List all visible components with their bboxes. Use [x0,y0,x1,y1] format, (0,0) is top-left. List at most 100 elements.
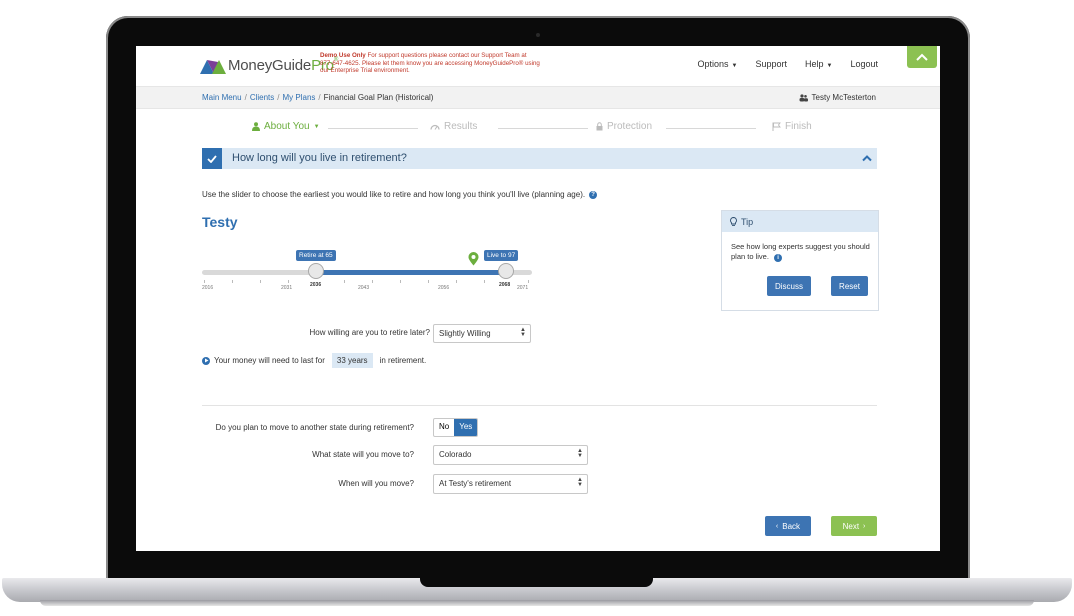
slider-year: 2056 [438,285,450,291]
laptop-base-shadow [40,600,1034,606]
section-title: How long will you live in retirement? [232,152,407,164]
willing-row: How willing are you to retire later? Sli… [202,324,542,343]
intro-text: Use the slider to choose the earliest yo… [202,190,586,199]
step-results[interactable]: Results [430,121,477,132]
next-label: Next [842,521,860,531]
chevron-up-icon [916,53,928,61]
reset-button[interactable]: Reset [831,276,868,296]
person-name: Testy [202,214,238,230]
users-icon [799,93,808,101]
live-handle[interactable] [498,263,514,279]
nav-links: Options ▼ Support Help ▼ Logout [697,59,878,69]
slider-tick [288,280,289,283]
slider-tick [484,280,485,283]
state-row: What state will you move to? Colorado ▲ ▼ [136,445,940,465]
app-screen: MoneyGuidePro® Demo Use Only For support… [136,46,940,551]
slider-year: 2043 [358,285,370,291]
stepper-line [498,128,588,129]
slider-tick [456,280,457,283]
top-navbar: MoneyGuidePro® Demo Use Only For support… [136,46,940,87]
step-protection-label: Protection [607,121,653,132]
laptop-notch [420,578,653,587]
user-name: Testy McTesterton [811,93,876,102]
breadcrumb-bar: Main Menu / Clients / My Plans / Financial Goa… [136,87,940,109]
nav-help[interactable]: Help ▼ [805,59,832,69]
select-arrows-icon: ▲ ▼ [520,327,526,338]
step-finish[interactable]: Finish [772,121,812,132]
willing-value: Slightly Willing [439,329,491,338]
slider-retire-year: 2036 [310,282,322,288]
webcam [536,33,540,37]
caret-down-icon: ▼ [826,63,833,69]
back-button[interactable]: ‹ Back [765,516,811,536]
next-button[interactable]: Next › [831,516,877,536]
retire-handle[interactable] [308,263,324,279]
info-icon[interactable]: ? [589,190,598,199]
willing-select[interactable]: Slightly Willing ▲ ▼ [433,324,531,343]
tip-card: Tip See how long experts suggest you sho… [721,210,879,311]
move-toggle[interactable]: No Yes [433,418,479,437]
breadcrumb-current: Financial Goal Plan (Historical) [323,93,434,102]
move-no-option[interactable]: No [434,419,454,436]
when-value: At Testy's retirement [439,479,512,488]
discuss-button[interactable]: Discuss [767,276,811,296]
nav-support[interactable]: Support [755,59,787,69]
slider-tick [400,280,401,283]
section-divider [202,405,877,406]
retire-age-bubble: Retire at 65 [296,250,336,261]
money-duration-row: Your money will need to last for 33 year… [202,353,426,368]
section-header[interactable]: How long will you live in retirement? [202,148,877,169]
gauge-icon [430,124,440,130]
state-value: Colorado [439,450,472,459]
logo[interactable]: MoneyGuidePro® [200,54,338,76]
slider-year: 2071 [517,285,529,291]
tip-header: Tip [722,211,878,232]
step-protection[interactable]: Protection [596,121,652,132]
step-finish-label: Finish [785,121,812,132]
scroll-top-button[interactable] [907,46,937,68]
breadcrumb-sep: / [244,93,247,102]
caret-down-icon: ▼ [313,123,320,130]
demo-notice: Demo Use Only For support questions plea… [320,52,540,75]
slider-tick [528,280,529,283]
tip-text: See how long experts suggest you should … [731,242,870,261]
step-results-label: Results [444,121,478,132]
breadcrumb-sep: / [318,93,321,102]
breadcrumb-main-menu[interactable]: Main Menu [202,93,242,102]
step-about-you-label: About You [264,121,310,132]
lock-icon [596,122,603,131]
slider-tick [344,280,345,283]
demo-notice-bold: Demo Use Only [320,52,366,59]
step-about-you[interactable]: About You ▼ [252,121,320,132]
breadcrumb-sep: / [277,93,280,102]
user-menu[interactable]: Testy McTesterton [799,93,876,102]
breadcrumb-clients[interactable]: Clients [250,93,274,102]
chevron-up-icon[interactable] [861,152,873,164]
breadcrumb-my-plans[interactable]: My Plans [283,93,316,102]
move-question-row: Do you plan to move to another state dur… [136,418,940,438]
check-icon [202,148,222,169]
state-select[interactable]: Colorado ▲ ▼ [433,445,588,465]
nav-options[interactable]: Options ▼ [697,59,737,69]
slider-year: 2031 [281,285,293,291]
move-yes-option[interactable]: Yes [454,419,478,436]
logo-main: MoneyGuide [228,56,312,74]
money-suffix: in retirement. [379,356,427,365]
stepper-line [666,128,756,129]
slider-range-fill [316,270,506,275]
nav-help-label: Help [805,59,824,69]
state-label: What state will you move to? [312,450,414,459]
caret-down-icon: ▼ [731,63,738,69]
lightbulb-icon [730,217,737,226]
tip-title: Tip [741,216,754,227]
slider-tick [260,280,261,283]
chevron-left-icon: ‹ [775,522,779,530]
back-label: Back [782,521,801,531]
nav-logout[interactable]: Logout [850,59,878,69]
breadcrumb: Main Menu / Clients / My Plans / Financial Goa… [202,93,433,102]
retirement-slider[interactable]: Retire at 65 Live to 97 2016 2031 2036 2… [202,250,532,306]
info-icon[interactable]: i [774,254,783,262]
live-age-bubble: Live to 97 [484,250,519,261]
willing-label: How willing are you to retire later? [309,328,431,337]
when-select[interactable]: At Testy's retirement ▲ ▼ [433,474,588,494]
